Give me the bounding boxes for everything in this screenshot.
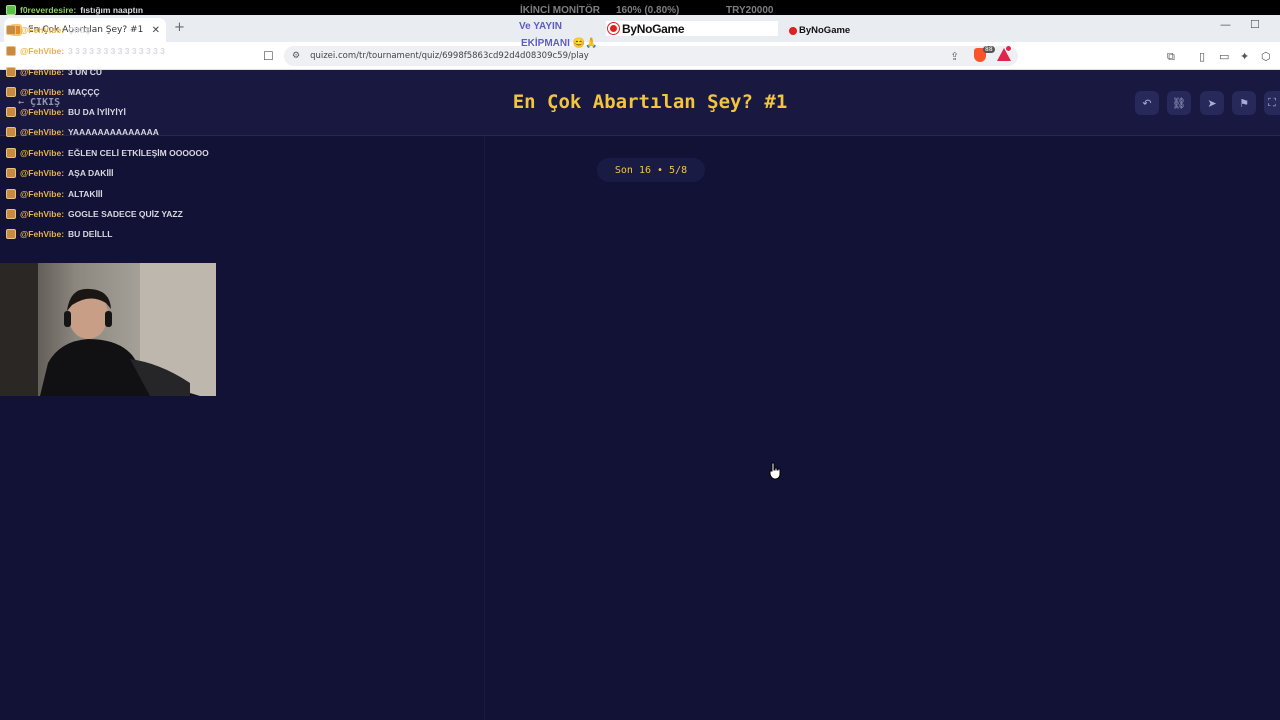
chat-badge-icon bbox=[6, 209, 16, 219]
round-progress-badge: Son 16 • 5/8 bbox=[597, 158, 705, 182]
fullscreen-button[interactable]: ⛶ bbox=[1264, 91, 1280, 115]
bynogame-small-brand-text: ByNoGame bbox=[799, 25, 851, 36]
chat-text: AŞA DAKİİİ bbox=[68, 168, 114, 178]
chat-text: MAÇÇÇ bbox=[68, 87, 100, 97]
report-button[interactable]: ⚑ bbox=[1232, 91, 1256, 115]
page-title: En Çok Abartılan Şey? #1 bbox=[512, 91, 788, 113]
address-bar: ☐ ⚙ quizei.com/tr/tournament/quiz/6998f5… bbox=[0, 42, 1280, 70]
chat-badge-icon bbox=[6, 229, 16, 239]
chat-username: @FehVibe: bbox=[20, 189, 65, 199]
chat-message: f0reverdesire: fıstığım naaptın bbox=[6, 5, 143, 15]
overlay-monitor-text: İKİNCİ MONİTÖR bbox=[520, 5, 600, 16]
chat-text: YAAAAAAAAAAAAAA bbox=[68, 127, 159, 137]
bynogame-banner: ByNoGame bbox=[606, 21, 778, 36]
bynogame-small-logo-icon bbox=[789, 26, 797, 35]
site-settings-icon[interactable]: ⚙ bbox=[292, 51, 300, 61]
chat-badge-icon bbox=[6, 67, 16, 77]
maximize-window-icon[interactable]: ☐ bbox=[1250, 18, 1260, 31]
rewards-notification-dot bbox=[1005, 45, 1012, 52]
chat-message: @FehVibe: ÇIKIŞ bbox=[6, 25, 91, 35]
chat-badge-icon bbox=[6, 87, 16, 97]
chat-text: 3 ÜN CÜ bbox=[68, 67, 103, 77]
bookmark-icon[interactable]: ☐ bbox=[263, 49, 274, 63]
chat-message: @FehVibe: YAAAAAAAAAAAAAA bbox=[6, 127, 159, 137]
chat-text: ÇIKIŞ bbox=[68, 25, 91, 35]
chat-text: EĞLEN CELİ ETKİLEŞİM OOOOOO bbox=[68, 148, 209, 158]
overlay-yayin-text: Ve YAYIN bbox=[519, 21, 563, 32]
overlay-ekipman-text: EKİPMANI 😊🙏 bbox=[521, 38, 598, 49]
new-tab-button[interactable]: + bbox=[174, 20, 185, 35]
chat-badge-icon bbox=[6, 107, 16, 117]
chat-message: @FehVibe: BU DEİLLL bbox=[6, 229, 112, 239]
bynogame-brand-text: ByNoGame bbox=[622, 21, 685, 36]
chat-username: @FehVibe: bbox=[20, 46, 65, 56]
chat-text: BU DA İYİİYİYİ bbox=[68, 107, 126, 117]
chat-badge-icon bbox=[6, 148, 16, 158]
chat-username: @FehVibe: bbox=[20, 229, 65, 239]
bynogame-logo-icon bbox=[608, 23, 619, 34]
chat-username: @FehVibe: bbox=[20, 148, 65, 158]
wallet-icon[interactable]: ▭ bbox=[1219, 50, 1229, 63]
sidebar-icon[interactable]: ▯ bbox=[1199, 50, 1205, 63]
chat-message: @FehVibe: BU DA İYİİYİYİ bbox=[6, 107, 126, 117]
flag-icon: ⚑ bbox=[1239, 96, 1249, 110]
chat-message: @FehVibe: 3 3 3 3 3 3 3 3 3 3 3 3 3 3 bbox=[6, 46, 165, 56]
url-field[interactable]: ⚙ quizei.com/tr/tournament/quiz/6998f586… bbox=[284, 46, 1018, 66]
brave-shields-count: 88 bbox=[983, 46, 995, 53]
undo-button[interactable]: ↶ bbox=[1135, 91, 1159, 115]
share-icon[interactable]: ⇪ bbox=[950, 50, 959, 63]
chat-text: BU DEİLLL bbox=[68, 229, 113, 239]
chat-badge-icon bbox=[6, 127, 16, 137]
chat-text: fıstığım naaptın bbox=[80, 5, 144, 15]
chat-message: @FehVibe: GOGLE SADECE QUİZ YAZZ bbox=[6, 209, 183, 219]
vpn-shield-icon[interactable]: ⬡ bbox=[1261, 50, 1271, 63]
chat-message: @FehVibe: EĞLEN CELİ ETKİLEŞİM OOOOOO bbox=[6, 148, 209, 158]
chat-username: @FehVibe: bbox=[20, 87, 65, 97]
link-button[interactable]: ⛓ bbox=[1167, 91, 1191, 115]
url-text: quizei.com/tr/tournament/quiz/6998f5863c… bbox=[310, 51, 589, 61]
chat-username: @FehVibe: bbox=[20, 107, 65, 117]
chat-text: GOGLE SADECE QUİZ YAZZ bbox=[68, 209, 183, 219]
overlay-currency-text: TRY20000 bbox=[726, 5, 774, 16]
chat-text: 3 3 3 3 3 3 3 3 3 3 3 3 3 3 bbox=[68, 46, 165, 56]
send-icon: ➤ bbox=[1207, 96, 1217, 110]
chat-username: @FehVibe: bbox=[20, 209, 65, 219]
chat-message: @FehVibe: ALTAKİİİ bbox=[6, 189, 103, 199]
bynogame-small-banner: ByNoGame bbox=[789, 25, 850, 36]
chat-username: @FehVibe: bbox=[20, 25, 65, 35]
chat-username: @FehVibe: bbox=[20, 168, 65, 178]
close-tab-icon[interactable]: ✕ bbox=[152, 25, 160, 36]
chat-badge-icon bbox=[6, 5, 16, 15]
undo-icon: ↶ bbox=[1142, 96, 1152, 110]
chat-message: @FehVibe: MAÇÇÇ bbox=[6, 87, 100, 97]
minimize-window-icon[interactable]: — bbox=[1220, 18, 1231, 31]
share-button[interactable]: ➤ bbox=[1200, 91, 1224, 115]
chat-badge-icon bbox=[6, 46, 16, 56]
extensions-icon[interactable]: ⧉ bbox=[1167, 50, 1175, 64]
leo-ai-icon[interactable]: ✦ bbox=[1240, 50, 1249, 63]
chat-badge-icon bbox=[6, 168, 16, 178]
chat-badge-icon bbox=[6, 25, 16, 35]
overlay-percent-text: 160% (0.80%) bbox=[616, 5, 680, 16]
panel-divider bbox=[484, 136, 485, 720]
chat-badge-icon bbox=[6, 189, 16, 199]
chat-message: @FehVibe: 3 ÜN CÜ bbox=[6, 67, 102, 77]
webcam-feed bbox=[0, 263, 216, 396]
hand-cursor-icon bbox=[769, 462, 781, 480]
chat-username: @FehVibe: bbox=[20, 67, 65, 77]
chat-message: @FehVibe: AŞA DAKİİİ bbox=[6, 168, 114, 178]
chat-username: @FehVibe: bbox=[20, 127, 65, 137]
fullscreen-icon: ⛶ bbox=[1268, 96, 1276, 109]
chat-username: f0reverdesire: bbox=[20, 5, 77, 15]
chat-text: ALTAKİİİ bbox=[68, 189, 103, 199]
link-icon: ⛓ bbox=[1172, 96, 1186, 110]
